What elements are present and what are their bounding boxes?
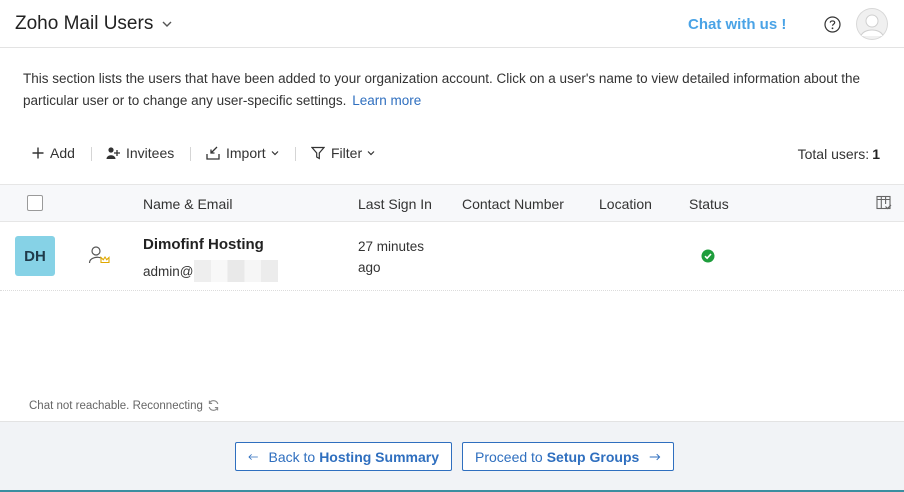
status-active-check-icon <box>701 249 715 263</box>
user-initials-avatar[interactable]: DH <box>15 236 55 276</box>
add-user-button[interactable]: Add <box>32 145 75 161</box>
select-all-checkbox[interactable] <box>27 195 43 211</box>
user-name-link[interactable]: Dimofinf Hosting <box>143 236 264 253</box>
next-prefix: Proceed to <box>475 448 543 465</box>
filter-icon <box>311 146 325 160</box>
import-icon <box>206 146 220 160</box>
back-prefix: Back to <box>268 448 316 465</box>
last-sign-in-value: 27 minutes ago <box>358 239 425 275</box>
column-header-last-sign-in[interactable]: Last Sign In <box>358 196 432 212</box>
filter-label: Filter <box>331 145 363 161</box>
next-target: Setup Groups <box>546 448 640 465</box>
users-toolbar: Add Invitees Import Filter Total users: 1 <box>0 140 904 168</box>
chevron-down-icon <box>271 151 279 156</box>
back-to-hosting-summary-button[interactable]: Back to Hosting Summary <box>235 442 452 471</box>
proceed-to-setup-groups-button[interactable]: Proceed to Setup Groups <box>462 442 674 471</box>
filter-dropdown[interactable]: Filter <box>311 145 375 161</box>
total-users-label: Total users: <box>797 146 870 162</box>
arrow-right-icon <box>650 453 661 460</box>
chat-connection-status: Chat not reachable. Reconnecting <box>29 399 220 412</box>
column-header-location[interactable]: Location <box>599 196 652 212</box>
invitees-button[interactable]: Invitees <box>106 145 174 161</box>
invitees-label: Invitees <box>126 145 175 161</box>
toolbar-divider <box>91 147 92 161</box>
page-title: Zoho Mail Users <box>15 13 154 34</box>
toolbar-divider <box>295 147 296 161</box>
chat-status-text: Chat not reachable. Reconnecting <box>29 399 203 412</box>
column-header-name-email[interactable]: Name & Email <box>143 196 232 212</box>
wizard-footer: Back to Hosting Summary Proceed to Setup G… <box>0 421 904 492</box>
chat-with-us-link[interactable]: Chat with us ! <box>688 16 786 33</box>
top-header: Zoho Mail Users Chat with us ! <box>0 0 904 48</box>
column-header-contact-number[interactable]: Contact Number <box>462 196 564 212</box>
plus-icon <box>32 147 44 159</box>
column-settings-icon[interactable] <box>876 195 892 211</box>
total-users-count: 1 <box>872 146 880 162</box>
refresh-icon <box>208 400 219 411</box>
description-text: This section lists the users that have b… <box>23 71 861 108</box>
app-switcher[interactable]: Zoho Mail Users <box>15 13 173 35</box>
user-email-prefix: admin@ <box>143 263 194 279</box>
section-description: This section lists the users that have b… <box>23 68 863 112</box>
table-row[interactable]: DH Dimofinf Hosting admin@ 27 minutes ag… <box>0 222 904 291</box>
toolbar-divider <box>190 147 191 161</box>
chevron-down-icon <box>162 21 172 27</box>
back-target: Hosting Summary <box>319 448 439 465</box>
user-avatar-icon <box>856 8 888 40</box>
redacted-email-domain <box>194 260 279 282</box>
add-label: Add <box>50 145 75 161</box>
invitees-icon <box>106 147 120 159</box>
import-label: Import <box>226 145 266 161</box>
learn-more-link[interactable]: Learn more <box>352 93 421 108</box>
chevron-down-icon <box>367 151 375 156</box>
arrow-left-icon <box>248 453 258 460</box>
user-email: admin@ <box>143 260 279 282</box>
help-icon[interactable] <box>824 16 841 33</box>
import-dropdown[interactable]: Import <box>206 145 279 161</box>
users-table-header: Name & Email Last Sign In Contact Number… <box>0 184 904 222</box>
profile-avatar[interactable] <box>856 8 888 40</box>
admin-crown-icon <box>88 246 110 264</box>
column-header-status[interactable]: Status <box>689 196 729 212</box>
total-users: Total users: 1 <box>798 146 880 162</box>
